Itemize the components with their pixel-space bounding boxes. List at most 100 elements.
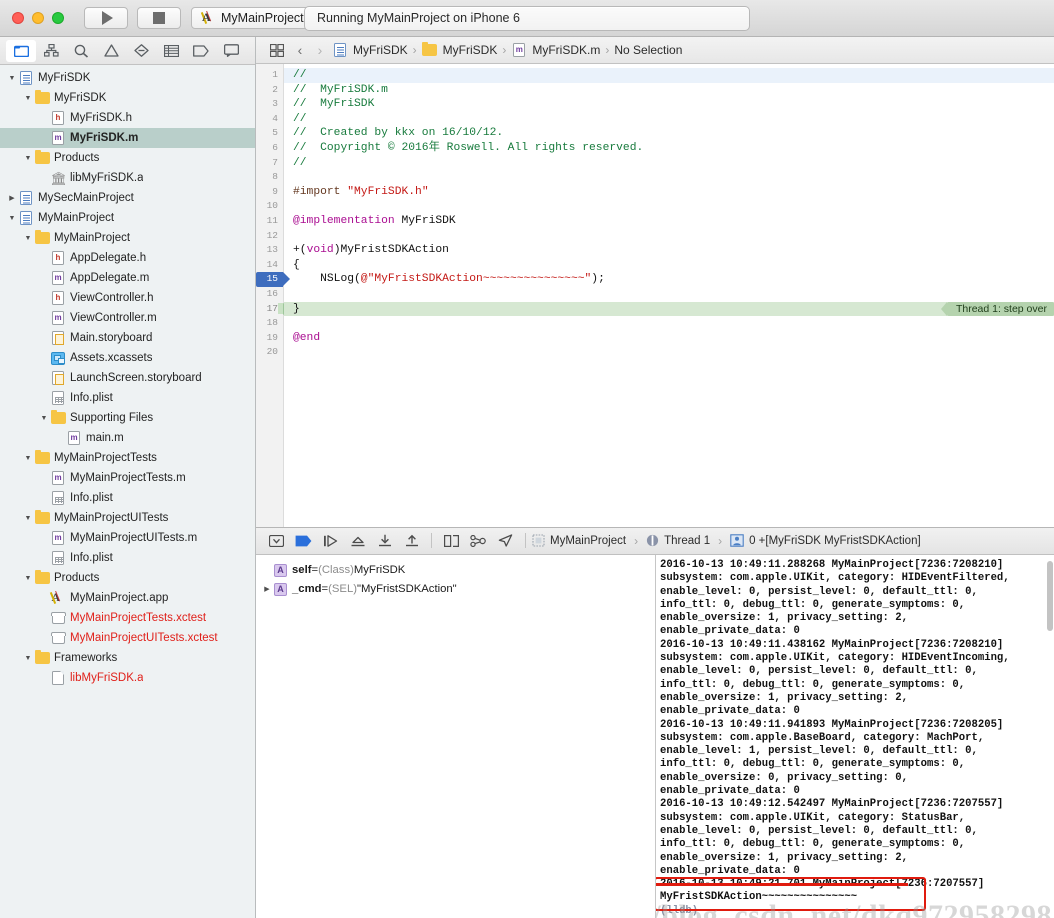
code-line[interactable]: @implementation MyFriSDK (284, 214, 1054, 229)
tree-row[interactable]: m MyMainProjectTests.m (0, 468, 255, 488)
breadcrumb[interactable]: MyFriSDK › MyFriSDK › m MyFriSDK.m › No Selecti… (330, 41, 684, 57)
debug-breadcrumb[interactable]: MyMainProject › Thread 1 › 0 +[MyFriSDK … (532, 534, 921, 548)
variable-row[interactable]: Aself = (Class) MyFriSDK (260, 561, 655, 580)
tree-row[interactable]: LaunchScreen.storyboard (0, 368, 255, 388)
continue-icon[interactable] (317, 530, 344, 552)
memory-graph-icon[interactable] (465, 530, 492, 552)
tree-row[interactable]: Info.plist (0, 488, 255, 508)
tree-row[interactable]: ▼ MyFriSDK (0, 68, 255, 88)
back-button[interactable]: ‹ (290, 42, 310, 58)
line-number[interactable]: 12 (256, 229, 283, 244)
tree-row[interactable]: libMyFriSDK.a (0, 668, 255, 688)
line-number[interactable]: 19 (256, 331, 283, 346)
code-line[interactable] (284, 345, 1054, 360)
source-editor[interactable]: 1 2 3 4 5 6 7 8 9 10 11 12 13 14 15 16 17 18 19 20 //// MyF… (256, 64, 1054, 527)
disclosure-triangle-closed[interactable]: ▶ (260, 585, 274, 593)
hierarchy-icon[interactable] (36, 40, 66, 62)
code-line[interactable] (284, 170, 1054, 185)
tree-row[interactable]: ▼ Supporting Files (0, 408, 255, 428)
disclosure-triangle-closed[interactable]: ▶ (6, 194, 18, 202)
tree-row[interactable]: ▼ Frameworks (0, 648, 255, 668)
code-line[interactable]: // MyFriSDK.m (284, 83, 1054, 98)
code-text[interactable]: //// MyFriSDK.m// MyFriSDK//// Created b… (284, 64, 1054, 527)
step-over-icon[interactable] (344, 530, 371, 552)
tree-row[interactable]: ▼ Products (0, 568, 255, 588)
line-number[interactable]: 9 (256, 185, 283, 200)
line-number[interactable]: 20 (256, 345, 283, 360)
code-line[interactable]: { (284, 258, 1054, 273)
tree-row[interactable]: ▼ MyFriSDK (0, 88, 255, 108)
search-icon[interactable] (66, 40, 96, 62)
code-line[interactable]: @end (284, 331, 1054, 346)
line-number[interactable]: 10 (256, 199, 283, 214)
disclosure-triangle-open[interactable]: ▼ (22, 655, 34, 662)
code-line[interactable] (284, 199, 1054, 214)
tree-row[interactable]: Info.plist (0, 548, 255, 568)
line-number[interactable]: 18 (256, 316, 283, 331)
step-into-icon[interactable] (371, 530, 398, 552)
tree-row[interactable]: m ViewController.m (0, 308, 255, 328)
hide-debug-icon[interactable] (263, 530, 290, 552)
disclosure-triangle-open[interactable]: ▼ (22, 235, 34, 242)
tree-row[interactable]: 🏛 libMyFriSDK.a (0, 168, 255, 188)
code-line[interactable]: #import "MyFriSDK.h" (284, 185, 1054, 200)
disclosure-triangle-open[interactable]: ▼ (22, 575, 34, 582)
line-number[interactable]: 2 (256, 83, 283, 98)
breakpoint-marker[interactable]: 15 (256, 272, 290, 287)
tree-row[interactable]: ▼ MyMainProject (0, 208, 255, 228)
tree-row[interactable]: Main.storyboard (0, 328, 255, 348)
variable-row[interactable]: ▶ A _cmd = (SEL) "MyFristSDKAction" (260, 580, 655, 599)
tree-row[interactable]: MyMainProjectUITests.xctest (0, 628, 255, 648)
minimize-window-button[interactable] (32, 12, 44, 24)
breadcrumb-item[interactable]: m MyFriSDK.m (509, 43, 602, 57)
editor-layout-icon[interactable] (264, 43, 290, 57)
tree-row[interactable]: m AppDelegate.m (0, 268, 255, 288)
console-output[interactable]: 2016-10-13 10:49:11.288268 MyMainProject… (656, 554, 1054, 918)
line-number[interactable]: 14 (256, 258, 283, 273)
disclosure-triangle-open[interactable]: ▼ (38, 415, 50, 422)
tree-row[interactable]: MyMainProject.app (0, 588, 255, 608)
step-out-icon[interactable] (398, 530, 425, 552)
variables-view[interactable]: Aself = (Class) MyFriSDK ▶ A _cmd = (SEL) "… (256, 554, 656, 918)
tree-row[interactable]: h MyFriSDK.h (0, 108, 255, 128)
tree-row[interactable]: h AppDelegate.h (0, 248, 255, 268)
line-number[interactable]: 1 (256, 68, 283, 83)
code-line[interactable]: } Thread 1: step over (284, 301, 1054, 317)
disclosure-triangle-open[interactable]: ▼ (6, 215, 18, 222)
disclosure-triangle-open[interactable]: ▼ (22, 155, 34, 162)
zoom-window-button[interactable] (52, 12, 64, 24)
line-number[interactable]: 6 (256, 141, 283, 156)
code-line[interactable]: NSLog(@"MyFristSDKAction~~~~~~~~~~~~~~~"… (284, 272, 1054, 287)
folder-icon[interactable] (6, 39, 36, 62)
code-line[interactable]: +(void)MyFristSDKAction (284, 243, 1054, 258)
line-number[interactable]: 5 (256, 126, 283, 141)
line-number[interactable]: 3 (256, 97, 283, 112)
forward-button[interactable]: › (310, 42, 330, 58)
tree-row-selected[interactable]: m MyFriSDK.m (0, 128, 255, 148)
code-line[interactable] (284, 316, 1054, 331)
tree-row[interactable]: m main.m (0, 428, 255, 448)
stop-button[interactable] (137, 7, 181, 29)
tree-row[interactable]: ▼ Products (0, 148, 255, 168)
tree-row[interactable]: MyMainProjectTests.xctest (0, 608, 255, 628)
warning-icon[interactable] (96, 40, 126, 62)
code-line[interactable]: // (284, 156, 1054, 171)
location-icon[interactable] (492, 530, 519, 552)
tree-row[interactable]: m MyMainProjectUITests.m (0, 528, 255, 548)
tree-row[interactable]: ▼ MyMainProjectTests (0, 448, 255, 468)
tree-row[interactable]: ▶ MySecMainProject (0, 188, 255, 208)
disclosure-triangle-open[interactable]: ▼ (6, 75, 18, 82)
code-line[interactable]: // Copyright © 2016年 Roswell. All rights… (284, 141, 1054, 156)
line-number[interactable]: 13 (256, 243, 283, 258)
breadcrumb-item[interactable]: MyFriSDK (420, 41, 500, 57)
comment-icon[interactable] (216, 40, 246, 62)
line-number-gutter[interactable]: 1 2 3 4 5 6 7 8 9 10 11 12 13 14 15 16 17 18 19 20 (256, 64, 291, 527)
code-line[interactable] (284, 287, 1054, 302)
tree-row[interactable]: h ViewController.h (0, 288, 255, 308)
code-line[interactable]: // (284, 112, 1054, 127)
line-number[interactable]: 4 (256, 112, 283, 127)
breakpoint-toggle-icon[interactable] (290, 530, 317, 552)
code-line[interactable]: // (284, 68, 1054, 83)
line-number[interactable]: 7 (256, 156, 283, 171)
code-line[interactable] (284, 229, 1054, 244)
